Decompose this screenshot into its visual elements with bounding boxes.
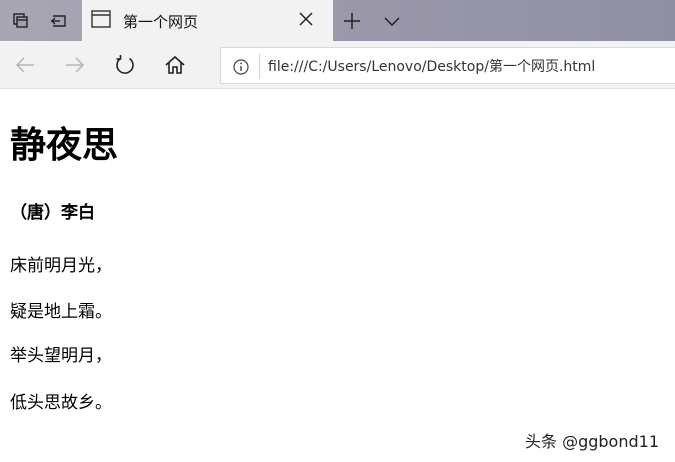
poem-line: 床前明月光， [10, 256, 112, 276]
tab-actions-button[interactable] [2, 0, 40, 41]
tab-title: 第一个网页 [123, 13, 199, 31]
tab-bar: 第一个网页 [0, 0, 675, 41]
refresh-button[interactable] [111, 51, 139, 79]
back-button[interactable] [11, 51, 39, 79]
poem-line: 疑是地上霜。 [10, 302, 112, 322]
address-separator [259, 54, 260, 79]
poem-line: 低头思故乡。 [10, 393, 112, 413]
url-text[interactable]: file:///C:/Users/Lenovo/Desktop/第一个网页.ht… [268, 56, 595, 76]
forward-arrow-icon [66, 57, 85, 73]
address-bar[interactable]: file:///C:/Users/Lenovo/Desktop/第一个网页.ht… [220, 47, 675, 84]
forward-button[interactable] [61, 51, 89, 79]
tab-list-button[interactable] [380, 9, 404, 33]
tab-actions-icon [13, 12, 28, 28]
poem-title: 静夜思 [10, 125, 119, 166]
poem-author: （唐）李白 [10, 203, 95, 223]
watermark: 头条 @ggbond11 [525, 432, 660, 451]
refresh-icon [116, 55, 134, 74]
tab-active[interactable]: 第一个网页 [82, 0, 333, 41]
info-icon[interactable] [232, 58, 250, 76]
back-arrow-icon [15, 57, 34, 73]
browser-window: 第一个网页 file:///C:/Users/Lenovo/Desktop/第一… [0, 0, 675, 462]
page-icon [91, 10, 111, 28]
new-tab-button[interactable] [340, 9, 364, 33]
set-aside-tabs-icon [51, 14, 66, 27]
tab-close-button[interactable] [296, 9, 316, 29]
chevron-down-icon [384, 17, 400, 27]
home-icon [165, 55, 185, 74]
plus-icon [344, 13, 360, 29]
close-icon [299, 12, 313, 26]
browser-toolbar: file:///C:/Users/Lenovo/Desktop/第一个网页.ht… [0, 41, 675, 89]
home-button[interactable] [161, 51, 189, 79]
set-aside-tabs-button[interactable] [42, 0, 76, 41]
poem-line: 举头望明月， [10, 346, 112, 366]
page-content: 静夜思 （唐）李白 床前明月光， 疑是地上霜。 举头望明月， 低头思故乡。 [0, 90, 675, 462]
